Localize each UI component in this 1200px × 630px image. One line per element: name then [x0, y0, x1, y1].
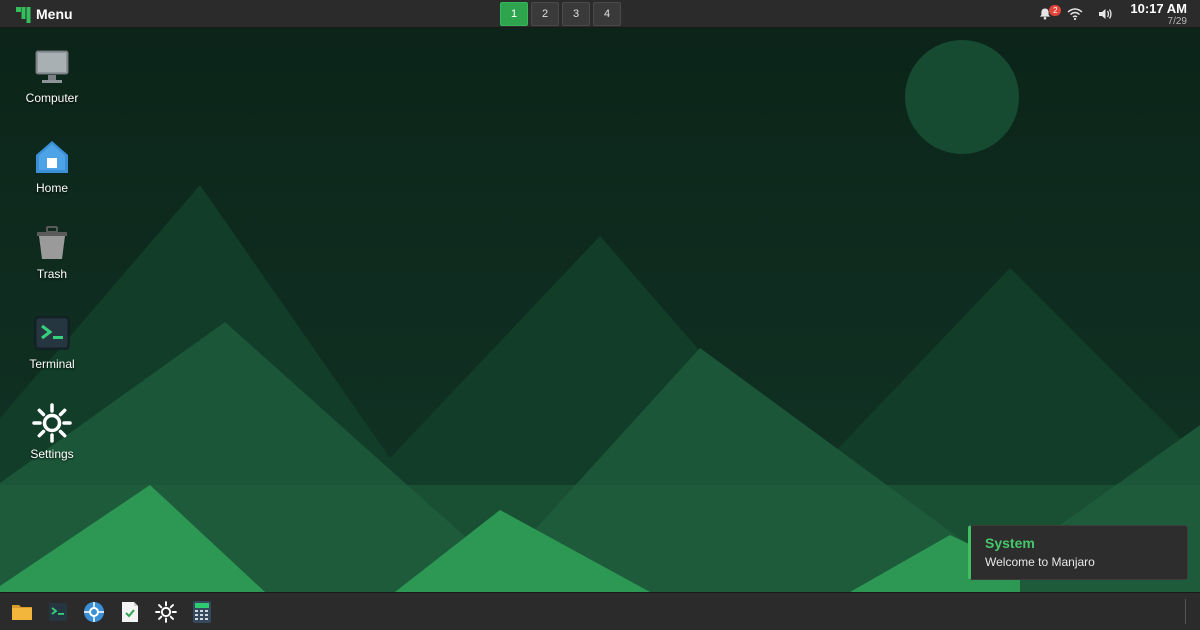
desktop-icon-label: Trash	[36, 267, 68, 281]
calculator-launcher[interactable]	[188, 599, 216, 625]
volume-icon	[1099, 9, 1113, 19]
text-editor-launcher[interactable]	[116, 599, 144, 625]
desktop-icon-label: Home	[35, 181, 68, 195]
wifi-button[interactable]	[1064, 3, 1086, 25]
clock[interactable]: 10:17 AM 7/29	[1130, 1, 1187, 28]
file-manager-icon	[12, 605, 32, 620]
notification-body: Welcome to Manjaro	[985, 555, 1095, 569]
notification-title: System	[985, 535, 1035, 551]
notification-count-badge: 2	[1049, 5, 1062, 16]
home-folder-icon	[32, 137, 72, 177]
workspace-4-button[interactable]: 4	[593, 2, 621, 26]
terminal-launcher[interactable]	[44, 599, 72, 625]
settings-gear-icon	[155, 601, 177, 623]
menu-button[interactable]: Menu	[14, 5, 73, 23]
trash-icon	[32, 223, 72, 263]
desktop-icon-trash[interactable]: Trash	[7, 223, 97, 281]
terminal-icon	[32, 313, 72, 353]
settings-gear-icon	[32, 403, 72, 443]
desktop-icon-terminal[interactable]: Terminal	[7, 313, 97, 371]
settings-launcher[interactable]	[152, 599, 180, 625]
desktop-icon-computer[interactable]: Computer	[7, 47, 97, 105]
desktop-icon-label: Settings	[30, 447, 74, 461]
computer-icon	[32, 47, 72, 87]
clock-date: 7/29	[1167, 15, 1187, 27]
clock-time: 10:17 AM	[1130, 0, 1187, 16]
desktop-icon-label: Terminal	[29, 357, 75, 371]
launcher-bar	[8, 599, 216, 625]
bottom-panel	[0, 592, 1200, 630]
workspace-2-button[interactable]: 2	[531, 2, 559, 26]
volume-button[interactable]	[1094, 3, 1116, 25]
top-panel: Menu 1 2 3 4 2 10:17 AM 7/29	[0, 0, 1200, 28]
system-tray: 2 10:17 AM 7/29	[1026, 0, 1187, 28]
web-browser-launcher[interactable]	[80, 599, 108, 625]
workspace-switcher: 1 2 3 4	[500, 2, 621, 26]
notifications-button[interactable]: 2	[1034, 3, 1062, 25]
calculator-icon	[193, 601, 211, 623]
desktop-icon-home[interactable]: Home	[7, 137, 97, 195]
menu-label: Menu	[36, 6, 73, 22]
text-editor-icon	[122, 602, 138, 622]
notification-popup[interactable]: System Welcome to Manjaro	[968, 525, 1188, 580]
desktop-icon-settings[interactable]: Settings	[7, 403, 97, 461]
workspace-3-button[interactable]: 3	[562, 2, 590, 26]
terminal-icon	[49, 603, 67, 621]
manjaro-logo-icon	[16, 7, 31, 23]
wifi-icon	[1067, 8, 1083, 21]
desktop-wallpaper	[0, 28, 1200, 592]
desktop-icon-label: Computer	[25, 91, 79, 105]
panel-separator	[1185, 599, 1186, 624]
workspace-1-button[interactable]: 1	[500, 2, 528, 26]
web-browser-icon	[84, 602, 104, 622]
file-manager-launcher[interactable]	[8, 599, 36, 625]
